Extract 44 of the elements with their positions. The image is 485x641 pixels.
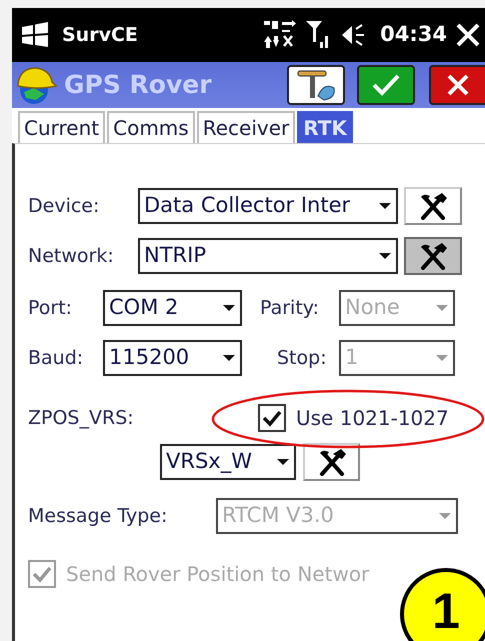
dropdown-arrow-icon — [378, 252, 392, 260]
dropdown-arrow-icon — [438, 512, 452, 520]
hammer-wrench-icon — [418, 192, 448, 220]
field-label: Port: — [28, 296, 74, 321]
cancel-button[interactable] — [429, 65, 485, 105]
dropdown-field[interactable]: NTRIP — [138, 238, 398, 274]
tab[interactable]: Current — [18, 111, 106, 143]
checkmark-icon — [262, 409, 282, 427]
dropdown-field[interactable]: Data Collector Inter — [138, 188, 398, 224]
close-icon — [446, 73, 470, 97]
dropdown-arrow-icon — [435, 354, 449, 362]
tab[interactable]: RTK — [297, 111, 353, 143]
receiver-button[interactable] — [287, 65, 345, 105]
dropdown-arrow-icon — [378, 202, 392, 210]
checkbox-label: Send Rover Position to Networ — [66, 561, 370, 588]
windows-logo-icon[interactable] — [20, 21, 50, 49]
field-label: Device: — [28, 194, 100, 219]
checkmark-icon — [371, 73, 401, 97]
app-name: SurvCE — [62, 22, 138, 48]
confirm-button[interactable] — [357, 65, 415, 105]
dropdown-arrow-icon — [276, 458, 290, 466]
field-label: Network: — [28, 244, 115, 269]
dropdown-arrow-icon — [222, 304, 236, 312]
field-label: Baud: — [28, 346, 84, 371]
field-label: Stop: — [277, 346, 328, 371]
tab[interactable]: Comms — [107, 111, 195, 143]
checkmark-icon — [32, 565, 52, 583]
dropdown-field[interactable]: COM 2 — [103, 290, 242, 326]
checkbox[interactable] — [258, 404, 286, 432]
window-title: GPS Rover — [64, 69, 212, 102]
checkbox-label: Use 1021-1027 — [296, 405, 449, 432]
field-label: Parity: — [260, 296, 320, 321]
step-number: 1 — [400, 568, 485, 641]
dropdown-field[interactable]: VRSx_W — [160, 444, 296, 480]
close-icon[interactable] — [455, 22, 481, 48]
dropdown-arrow-icon — [435, 304, 449, 312]
field-label: ZPOS_VRS: — [28, 406, 135, 431]
field-label: Message Type: — [28, 504, 168, 529]
hammer-wrench-icon — [418, 242, 448, 270]
dropdown-field[interactable]: 115200 — [103, 340, 242, 376]
clock-time: 04:34 — [380, 21, 447, 48]
dropdown-arrow-icon — [222, 354, 236, 362]
tab[interactable]: Receiver — [196, 111, 296, 143]
tools-button[interactable] — [404, 237, 462, 275]
